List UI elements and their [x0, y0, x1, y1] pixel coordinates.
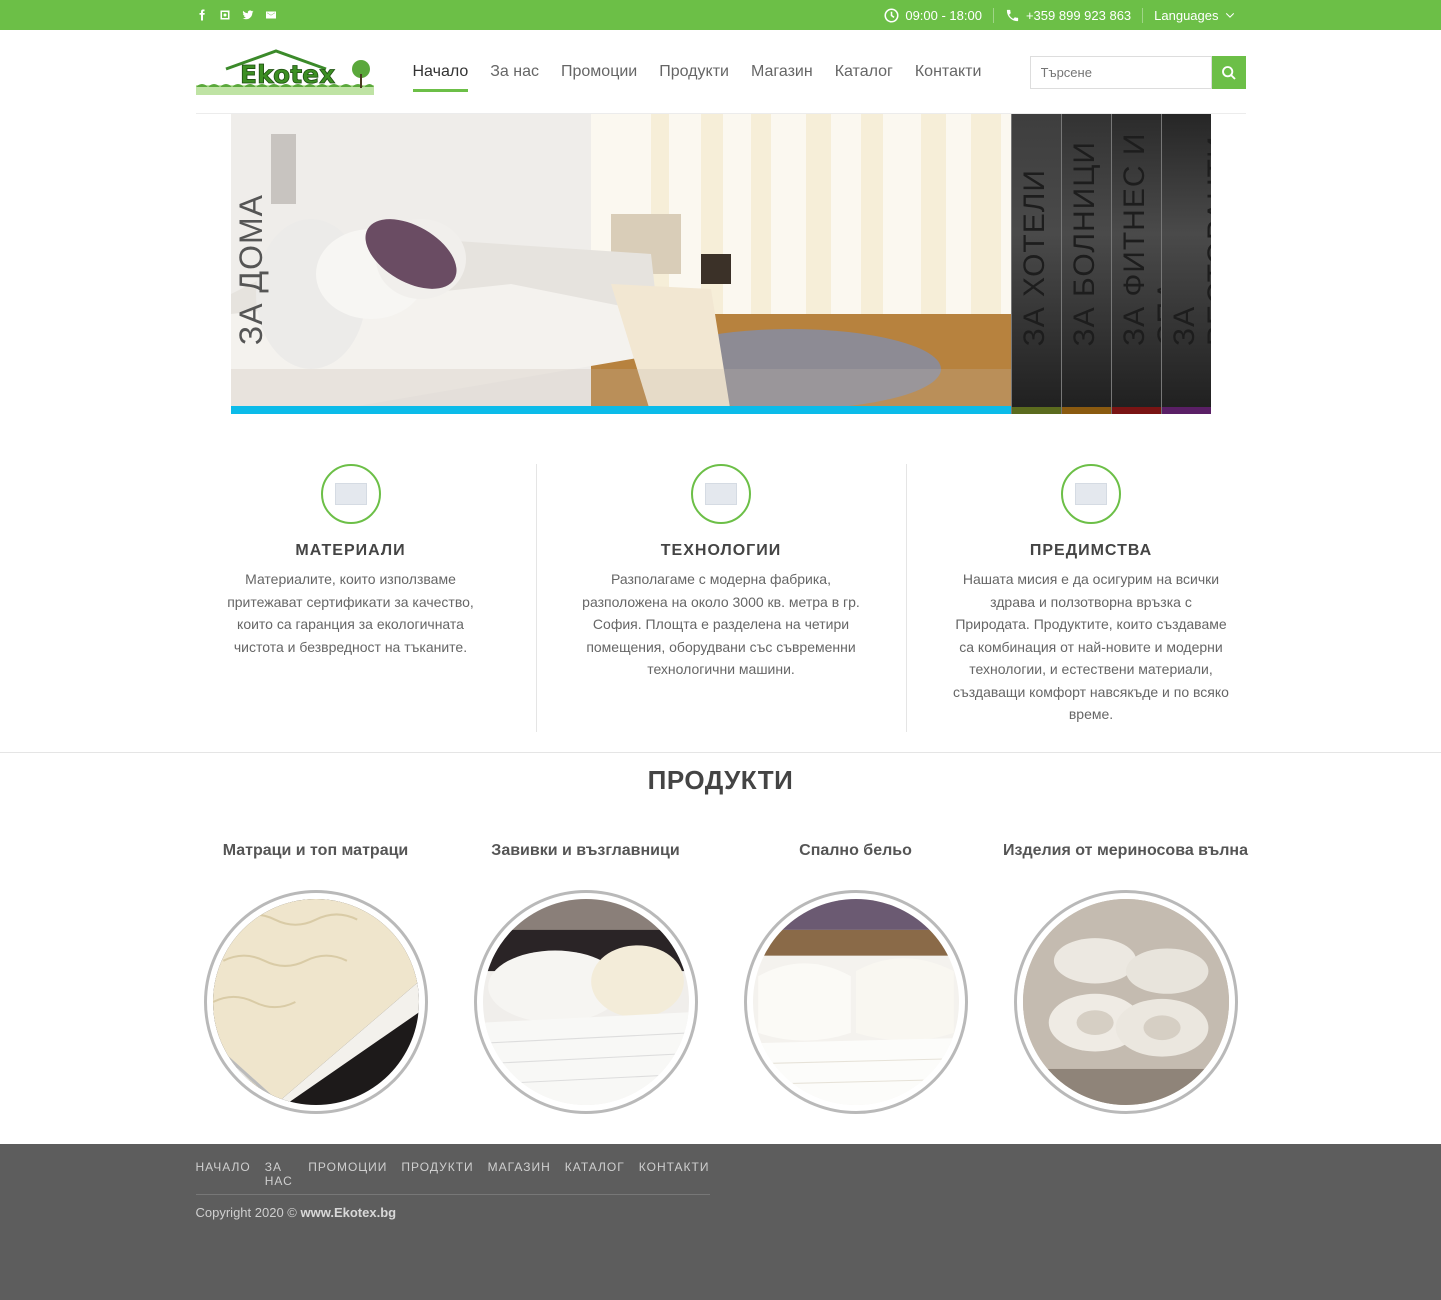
- hero-slide-home[interactable]: ЗА ДОМА: [230, 114, 1011, 414]
- site-header: Ekotex Начало За нас Промоции Продукти Магаз…: [195, 30, 1246, 114]
- footer-nav-item-6[interactable]: КАТАЛОГ: [565, 1160, 625, 1188]
- hero-tab-stripe: [1011, 407, 1061, 414]
- phone-number[interactable]: +359 899 923 863: [992, 7, 1142, 23]
- footer-nav-item-2[interactable]: ЗА НАС: [265, 1160, 295, 1188]
- feature-title: ТЕХНОЛОГИИ: [660, 542, 782, 559]
- product-image: [212, 899, 419, 1105]
- copyright: Copyright 2020 © www.Ekotex.bg: [196, 1205, 1276, 1220]
- footer-nav-item-1[interactable]: НАЧАЛО: [196, 1160, 251, 1188]
- hours-text: 09:00 - 18:00: [905, 7, 982, 23]
- product-title[interactable]: Изделия от мериносова вълна: [991, 842, 1261, 860]
- hero-tab-stripe: [1161, 407, 1211, 414]
- products-grid: Матраци и топ матраци Завивки и възглавни…: [181, 842, 1261, 1114]
- hero-tab-4[interactable]: ЗА РЕСТОРАНТИ: [1160, 114, 1211, 414]
- nav-item-7[interactable]: Контакти: [904, 58, 993, 86]
- feature-text: Нашата мисия е да осигурим на всички здр…: [953, 571, 1229, 722]
- copyright-site-link[interactable]: www.Ekotex.bg: [300, 1205, 396, 1220]
- main-nav: Начало За нас Промоции Продукти Магазин Катал…: [402, 58, 993, 92]
- product-image: [482, 899, 689, 1105]
- product-card[interactable]: Изделия от мериносова вълна: [991, 842, 1261, 1114]
- section-divider: [0, 752, 1441, 753]
- product-image-frame[interactable]: [203, 890, 428, 1114]
- working-hours: 09:00 - 18:00: [873, 8, 993, 23]
- hero-tab-stripe: [1111, 407, 1161, 414]
- product-image: [1022, 899, 1229, 1105]
- product-title[interactable]: Матраци и топ матраци: [181, 842, 451, 860]
- search-form: [1029, 56, 1246, 89]
- instagram-icon[interactable]: [219, 9, 232, 22]
- hero-tab-stripe: [1061, 407, 1111, 414]
- feature-icon: [1061, 464, 1121, 524]
- products-title: ПРОДУКТИ: [647, 765, 794, 795]
- feature-title: ПРЕДИМСТВА: [1029, 542, 1153, 559]
- product-title[interactable]: Спално бельо: [721, 842, 991, 860]
- hero-active-bar: [230, 406, 1011, 414]
- nav-item-3[interactable]: Промоции: [550, 58, 648, 86]
- languages-label: Languages: [1154, 7, 1219, 23]
- hero-tabs: ЗА ХОТЕЛИ ЗА БОЛНИЦИ ЗА ФИТНЕС И СПА ЗА РЕС…: [1010, 114, 1211, 414]
- logo-text: Ekotex: [240, 60, 335, 89]
- footer-nav-item-5[interactable]: МАГАЗИН: [488, 1160, 551, 1188]
- facebook-icon[interactable]: [196, 9, 209, 22]
- hero-main-label: ЗА ДОМА: [232, 194, 269, 346]
- hero-tab-3[interactable]: ЗА ФИТНЕС И СПА: [1110, 114, 1161, 414]
- feature-text: Материалите, които използваме притежават…: [227, 571, 474, 655]
- footer-nav-item-3[interactable]: ПРОМОЦИИ: [308, 1160, 387, 1188]
- hero-tab-1[interactable]: ЗА ХОТЕЛИ: [1010, 114, 1061, 414]
- search-input[interactable]: [1029, 56, 1212, 89]
- image-placeholder-icon: [1075, 483, 1107, 505]
- search-button[interactable]: [1211, 56, 1246, 89]
- feature-title: МАТЕРИАЛИ: [295, 542, 406, 559]
- hero-tab-label: ЗА ХОТЕЛИ: [1017, 168, 1051, 346]
- footer-nav-item-7[interactable]: КОНТАКТИ: [639, 1160, 710, 1188]
- hero-tab-label: ЗА БОЛНИЦИ: [1067, 140, 1101, 346]
- footer-nav-item-4[interactable]: ПРОДУКТИ: [401, 1160, 473, 1188]
- product-card[interactable]: Матраци и топ матраци: [181, 842, 451, 1114]
- nav-item-2[interactable]: За нас: [479, 58, 550, 86]
- top-bar: 09:00 - 18:00 +359 899 923 863 Languages: [0, 0, 1441, 30]
- feature-block: МАТЕРИАЛИ Материалите, които използваме п…: [166, 464, 536, 732]
- languages-dropdown[interactable]: Languages: [1142, 7, 1245, 23]
- social-links: [196, 9, 278, 22]
- footer-nav: НАЧАЛО ЗА НАС ПРОМОЦИИ ПРОДУКТИ МАГАЗИН КАТАЛ…: [195, 1144, 710, 1195]
- product-image: [752, 899, 959, 1105]
- nav-item-4[interactable]: Продукти: [648, 58, 740, 86]
- site-logo[interactable]: Ekotex: [195, 48, 374, 95]
- phone-text: +359 899 923 863: [1025, 7, 1132, 23]
- nav-item-1[interactable]: Начало: [402, 58, 480, 92]
- feature-text: Разполагаме с модерна фабрика, разположе…: [582, 571, 860, 677]
- product-title[interactable]: Завивки и възглавници: [451, 842, 721, 860]
- clock-icon: [884, 7, 899, 23]
- chevron-down-icon: [1225, 12, 1234, 18]
- hero-slider: ЗА ДОМА ЗА ХОТЕЛИ ЗА БОЛНИЦИ ЗА ФИТНЕС И С…: [230, 114, 1211, 414]
- feature-block: ТЕХНОЛОГИИ Разполагаме с модерна фабрика,…: [535, 464, 906, 732]
- hero-tab-2[interactable]: ЗА БОЛНИЦИ: [1060, 114, 1111, 414]
- nav-item-5[interactable]: Магазин: [740, 58, 824, 86]
- copyright-prefix: Copyright 2020 ©: [195, 1205, 301, 1220]
- product-image-frame[interactable]: [473, 890, 698, 1114]
- mail-icon[interactable]: [265, 9, 278, 22]
- product-image-frame[interactable]: [1013, 890, 1238, 1114]
- feature-icon: [320, 464, 381, 524]
- nav-item-6[interactable]: Каталог: [824, 58, 904, 86]
- image-placeholder-icon: [334, 483, 367, 505]
- product-card[interactable]: Завивки и възглавници: [451, 842, 721, 1114]
- feature-icon: [691, 464, 751, 524]
- feature-block: ПРЕДИМСТВА Нашата мисия е да осигурим на …: [905, 464, 1276, 732]
- site-footer: НАЧАЛО ЗА НАС ПРОМОЦИИ ПРОДУКТИ МАГАЗИН КАТАЛ…: [0, 1144, 1441, 1300]
- features-section: МАТЕРИАЛИ Материалите, които използваме п…: [166, 464, 1276, 732]
- product-image-frame[interactable]: [743, 890, 968, 1114]
- search-icon: [1221, 65, 1236, 80]
- image-placeholder-icon: [705, 483, 737, 505]
- bedroom-image: [230, 114, 1011, 414]
- twitter-icon[interactable]: [242, 9, 255, 22]
- hero-tab-label: ЗА РЕСТОРАНТИ: [1167, 135, 1211, 346]
- phone-icon: [1006, 9, 1019, 21]
- hero-tab-label: ЗА ФИТНЕС И СПА: [1117, 132, 1161, 346]
- product-card[interactable]: Спално бельо: [721, 842, 991, 1114]
